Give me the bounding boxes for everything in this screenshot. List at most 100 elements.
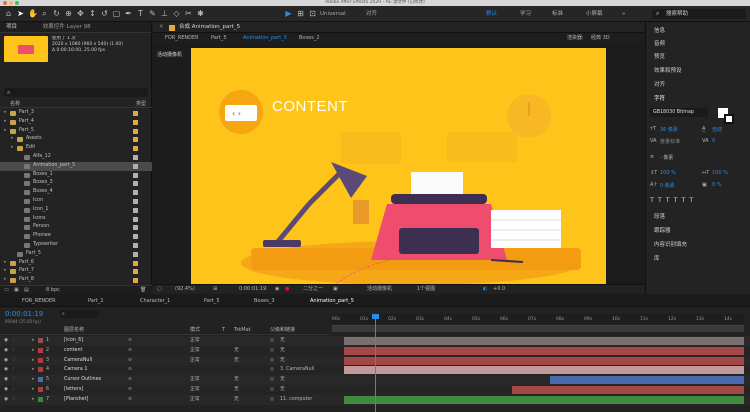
audio-icon[interactable]: ♪ — [12, 356, 15, 366]
project-item[interactable]: Icon_1 — [0, 206, 152, 215]
project-item[interactable]: ▸ Part_3 — [0, 109, 152, 118]
layer-label-color[interactable] — [38, 377, 43, 383]
expand-layer-icon[interactable]: ▸ — [32, 375, 34, 385]
workspace-default[interactable]: 默认 — [486, 9, 497, 19]
project-item[interactable]: Icon — [0, 197, 152, 206]
panel-align[interactable]: 对齐 — [654, 80, 665, 88]
layer-duration-bar[interactable] — [344, 356, 744, 365]
pickwhip-icon[interactable]: ◎ — [270, 385, 274, 395]
puppet-tool-icon[interactable]: ✱ — [196, 9, 205, 18]
brush-tool-icon[interactable]: ✎ — [148, 9, 157, 18]
layer-parent[interactable]: 无 — [280, 375, 285, 385]
label-color-swatch[interactable] — [133, 172, 138, 178]
col-parent[interactable]: 父级和链接 — [270, 326, 295, 335]
layer-mode[interactable]: 正常 — [190, 346, 200, 356]
workspace-standard[interactable]: 标准 — [552, 9, 563, 19]
label-color-swatch[interactable] — [133, 243, 138, 248]
col-name[interactable]: 名称 — [10, 100, 20, 108]
pickwhip-icon[interactable]: ◎ — [270, 365, 274, 375]
crumb-for-render[interactable]: FOR_RENDER — [165, 33, 199, 43]
label-color-swatch[interactable] — [133, 119, 138, 125]
layer-mode[interactable]: 正常 — [190, 356, 200, 366]
label-color-swatch[interactable] — [133, 111, 138, 116]
pen-tool-icon[interactable]: ✒ — [124, 9, 133, 18]
col-type[interactable]: 类型 — [136, 100, 146, 108]
project-item[interactable]: Boxes_3 — [0, 179, 152, 188]
audio-icon[interactable]: ♪ — [12, 365, 15, 375]
expand-layer-icon[interactable]: ▸ — [32, 395, 34, 405]
layer-mode[interactable]: 正常 — [190, 336, 200, 346]
audio-icon[interactable]: ♪ — [12, 375, 15, 385]
expand-layer-icon[interactable]: ▸ — [32, 385, 34, 395]
tl-tab-animation-part5[interactable]: Animation_part_5 — [310, 297, 354, 305]
project-item[interactable]: ▸ Edit — [0, 144, 152, 153]
close-tab-icon[interactable]: ✕ — [159, 22, 164, 33]
expand-toggle-icon[interactable]: ▸ — [4, 276, 6, 285]
text-style-buttons[interactable]: TTTTTT — [650, 196, 697, 204]
hand-tool-icon[interactable]: ✋ — [28, 9, 38, 18]
label-color-swatch[interactable] — [133, 155, 138, 160]
workspace-more-icon[interactable]: » — [622, 9, 625, 19]
hscale-value[interactable]: 100 % — [712, 170, 728, 176]
pickwhip-icon[interactable]: ◎ — [270, 356, 274, 366]
viewer-timecode[interactable]: 0:00:01:19 — [239, 285, 266, 294]
crumb-part5[interactable]: Part_5 — [211, 33, 227, 43]
layer-label-color[interactable] — [38, 357, 43, 363]
layer-parent[interactable]: 无 — [280, 385, 285, 395]
expand-toggle-icon[interactable]: ▸ — [11, 135, 13, 144]
tab-effects-controls[interactable]: 效果控件 Layer 98 — [43, 24, 91, 30]
label-color-swatch[interactable] — [133, 251, 138, 257]
expand-layer-icon[interactable]: ▸ — [32, 356, 34, 366]
pan-tool-icon[interactable]: ✥ — [76, 9, 85, 18]
expand-layer-icon[interactable]: ▸ — [32, 336, 34, 346]
eraser-tool-icon[interactable]: ◇ — [172, 9, 181, 18]
tl-tab-part1[interactable]: Part_1 — [88, 297, 104, 305]
layer-duration-bar[interactable] — [512, 386, 744, 394]
project-item[interactable]: Animation_part_5 — [0, 161, 152, 171]
leading-value[interactable]: 自动 — [712, 126, 722, 133]
expand-toggle-icon[interactable]: ▸ — [4, 259, 6, 268]
shy-switch-icon[interactable]: ⊘ — [128, 336, 132, 346]
layer-mode[interactable]: 正常 — [190, 395, 200, 405]
label-color-swatch[interactable] — [133, 190, 138, 196]
label-color-swatch[interactable] — [133, 278, 138, 284]
tsume-value[interactable]: 0 % — [712, 182, 722, 188]
label-color-swatch[interactable] — [133, 128, 138, 134]
always-preview-icon[interactable]: ▢ — [157, 285, 162, 294]
layer-trkmat[interactable]: 无 — [234, 346, 239, 356]
panel-info[interactable]: 信息 — [654, 26, 665, 34]
panel-tracker[interactable]: 跟踪器 — [654, 226, 671, 234]
layer-duration-bar[interactable] — [344, 337, 744, 345]
project-item[interactable]: Part_5 — [0, 250, 152, 259]
time-ruler[interactable]: 00s 01s 02s 03s 04s 05s 06s 07s 08s 09s 10s 11s 12s 1… — [332, 314, 744, 326]
snap-toggle[interactable]: 对齐 — [366, 9, 377, 19]
project-item[interactable]: Alfa_12 — [0, 153, 152, 162]
expand-toggle-icon[interactable]: ▸ — [4, 127, 6, 136]
snapshot-icon[interactable]: ◉ — [275, 285, 279, 294]
panel-libraries[interactable]: 库 — [654, 254, 660, 262]
project-search-input[interactable]: ⌕ — [4, 88, 148, 97]
project-item[interactable]: ▸ Part_4 — [0, 118, 152, 127]
label-color-swatch[interactable] — [133, 207, 138, 213]
selection-tool-icon[interactable]: ➤ — [16, 9, 25, 18]
close-icon[interactable] — [3, 1, 7, 5]
axis-mode[interactable]: Universal — [320, 9, 346, 19]
layer-parent[interactable]: 无 — [280, 336, 285, 346]
playhead[interactable] — [375, 314, 376, 412]
zoom-level[interactable]: (92.4%) — [175, 285, 195, 294]
col-mode[interactable]: 模式 — [190, 326, 200, 335]
camera-tool-icon[interactable]: ⊕ — [64, 9, 73, 18]
layer-trkmat[interactable]: 无 — [234, 385, 239, 395]
visibility-eye-icon[interactable]: ◉ — [4, 365, 8, 375]
audio-icon[interactable]: ♪ — [12, 395, 15, 405]
audio-icon[interactable]: ♪ — [12, 346, 15, 356]
audio-icon[interactable]: ♪ — [12, 336, 15, 346]
layer-mode[interactable]: 正常 — [190, 385, 200, 395]
label-color-swatch[interactable] — [133, 181, 138, 187]
resolution-select[interactable]: 二分之一 — [303, 285, 323, 294]
panel-paragraph[interactable]: 段落 — [654, 212, 665, 220]
undo-tool-icon[interactable]: ↺ — [100, 9, 109, 18]
tl-tab-part5[interactable]: Part_5 — [204, 297, 220, 305]
project-item[interactable]: Person — [0, 223, 152, 232]
project-item[interactable]: Icons — [0, 215, 152, 224]
